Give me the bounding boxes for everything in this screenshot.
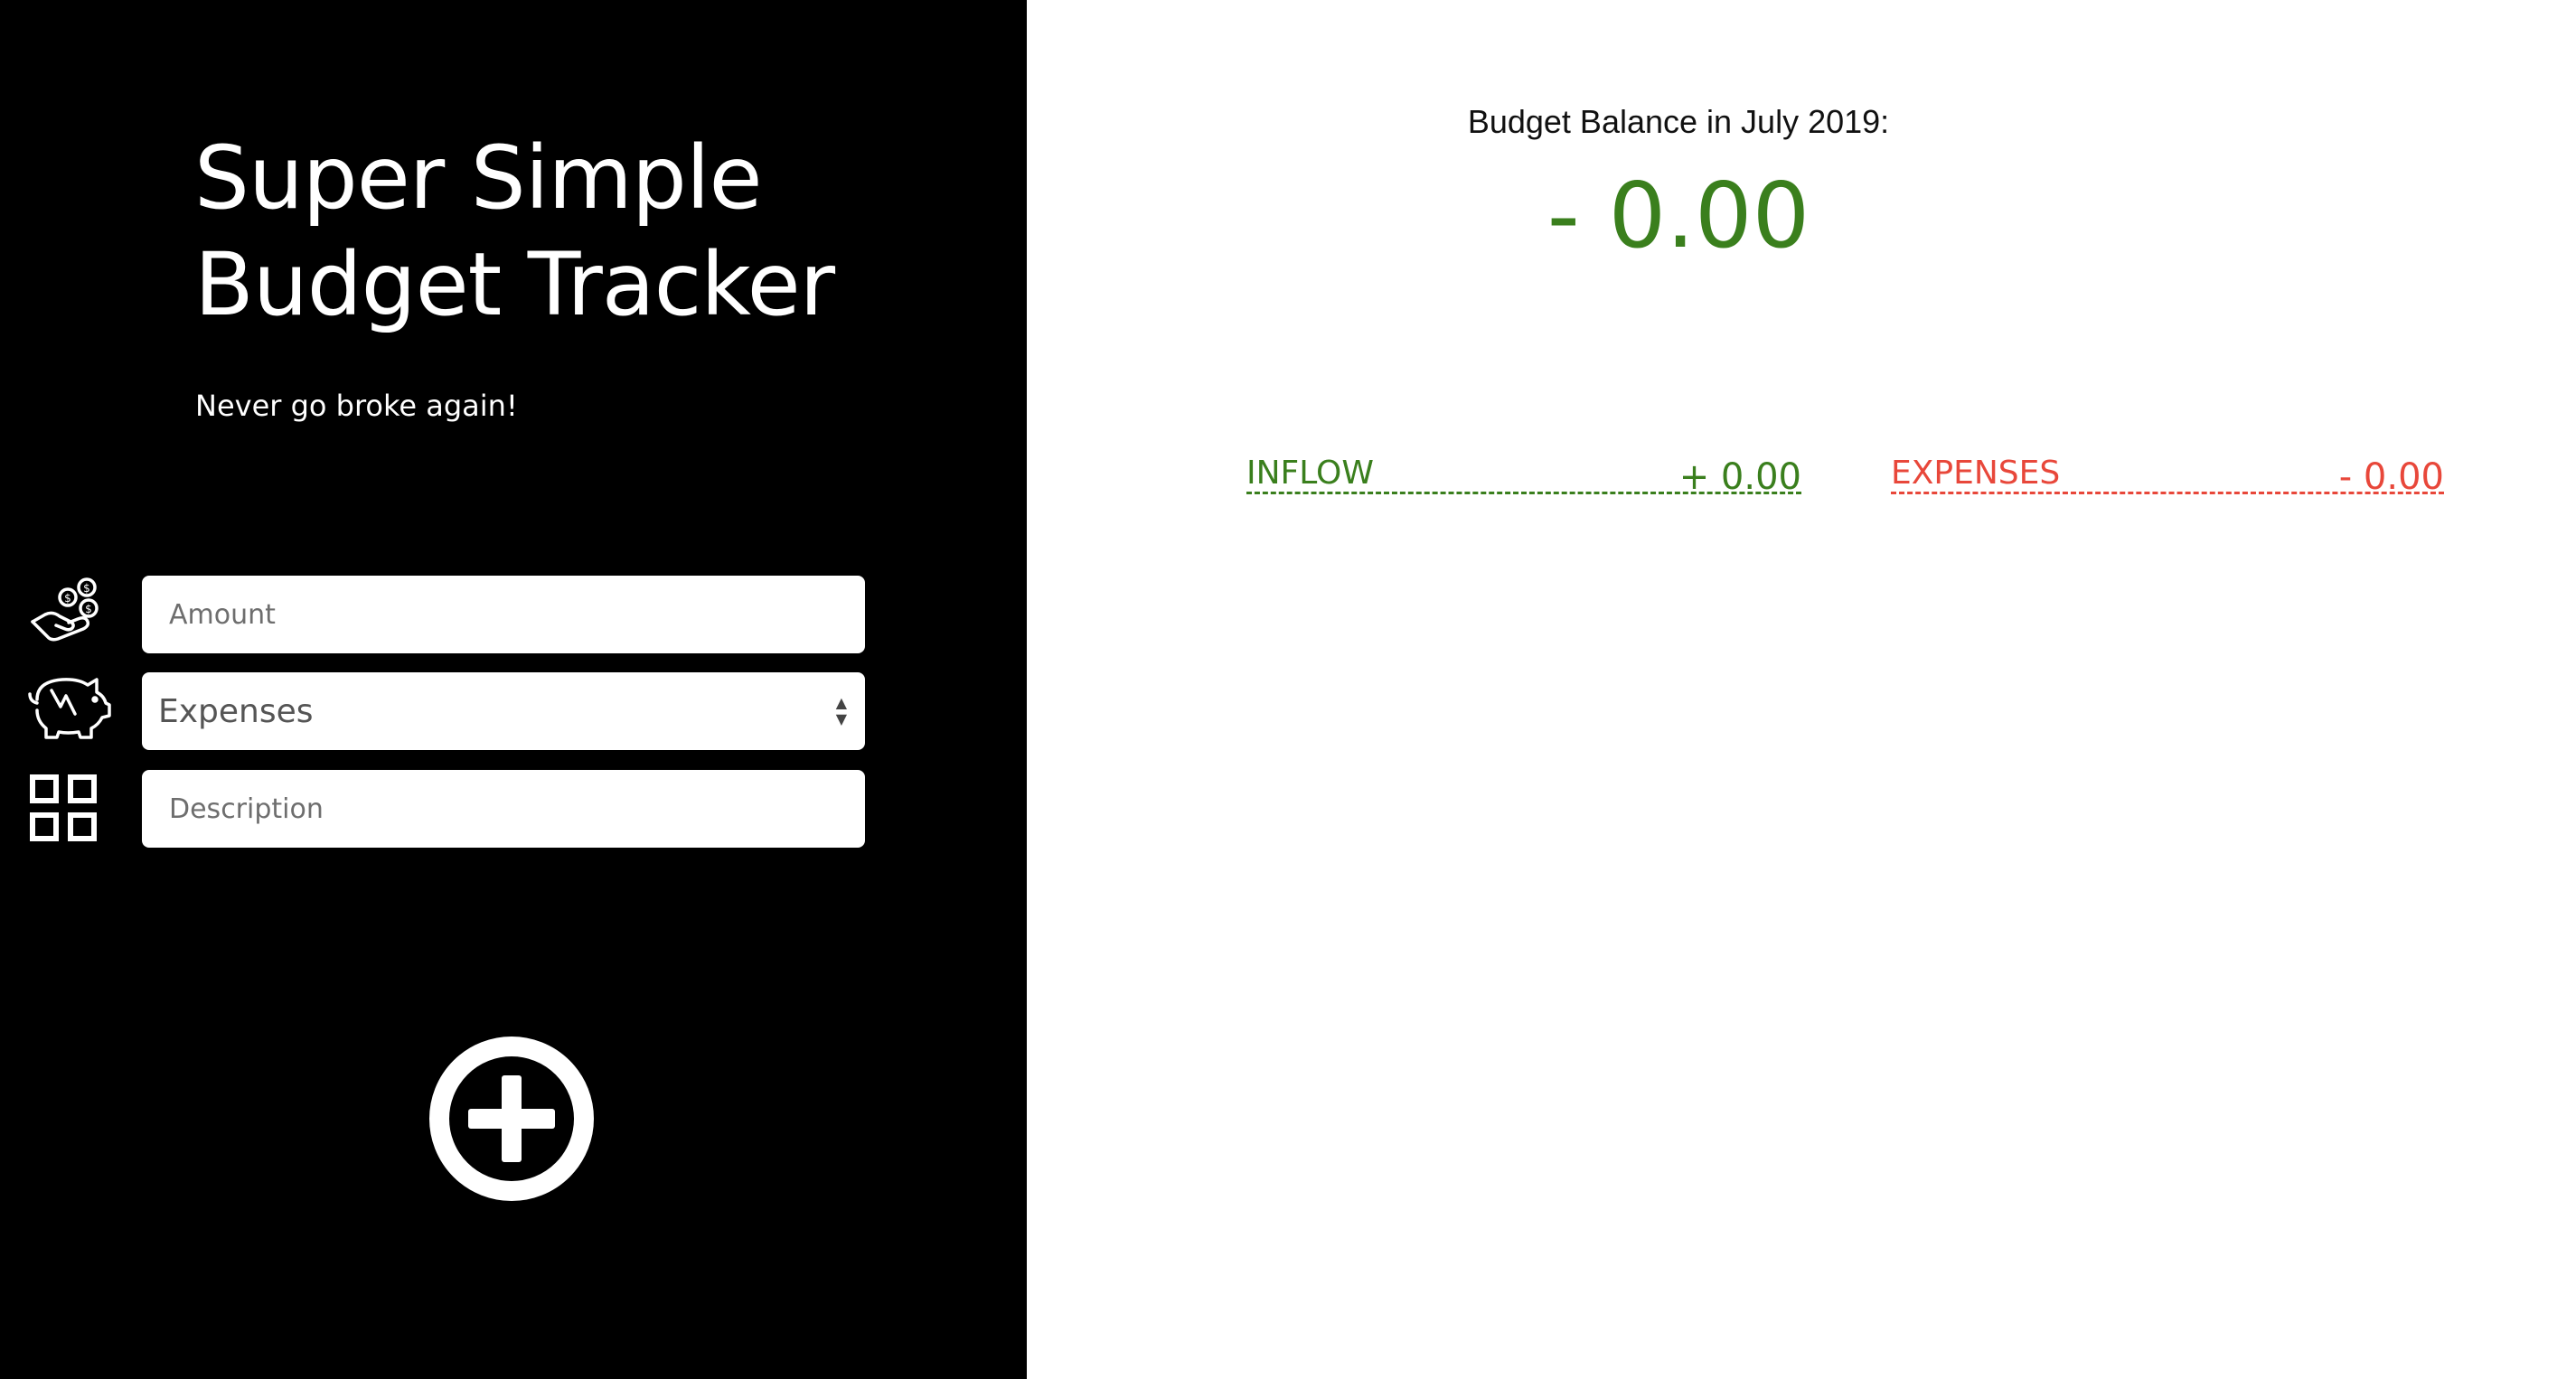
- balance-label-text: Budget Balance in July 2019:: [1467, 103, 1890, 140]
- amount-input[interactable]: [142, 576, 865, 653]
- balance-value: - 0.00: [1027, 163, 2576, 268]
- description-input[interactable]: [142, 770, 865, 848]
- expenses-value: - 0.00: [2338, 456, 2444, 498]
- svg-text:$: $: [64, 592, 71, 605]
- expenses-summary: EXPENSES - 0.00: [1891, 446, 2444, 498]
- piggy-bank-icon: [24, 663, 113, 745]
- select-arrows-icon: ▲ ▼: [835, 694, 847, 727]
- balance-label: Budget Balance in July 2019:: [1027, 103, 2576, 141]
- inflow-label: INFLOW: [1246, 455, 1374, 492]
- svg-text:$: $: [83, 582, 90, 595]
- expenses-label: EXPENSES: [1891, 455, 2061, 492]
- svg-text:$: $: [85, 603, 92, 615]
- app-title: Super Simple Budget Tracker: [194, 125, 835, 338]
- app-title-line-2: Budget Tracker: [194, 234, 835, 335]
- type-select-value: Expenses: [158, 692, 314, 730]
- tagline: Never go broke again!: [195, 389, 518, 423]
- grid-icon: [29, 774, 99, 844]
- type-select[interactable]: Expenses ▲ ▼: [142, 672, 865, 750]
- add-button[interactable]: [428, 1035, 596, 1203]
- money-hand-icon: $ $ $: [25, 569, 107, 651]
- balance-value-text: - 0.00: [1547, 163, 1810, 268]
- input-panel: Super Simple Budget Tracker Never go bro…: [0, 0, 1027, 1379]
- app-title-line-1: Super Simple: [194, 127, 763, 229]
- plus-circle-icon: [429, 1037, 594, 1201]
- inflow-value: + 0.00: [1678, 456, 1801, 498]
- inflow-summary: INFLOW + 0.00: [1246, 446, 1801, 498]
